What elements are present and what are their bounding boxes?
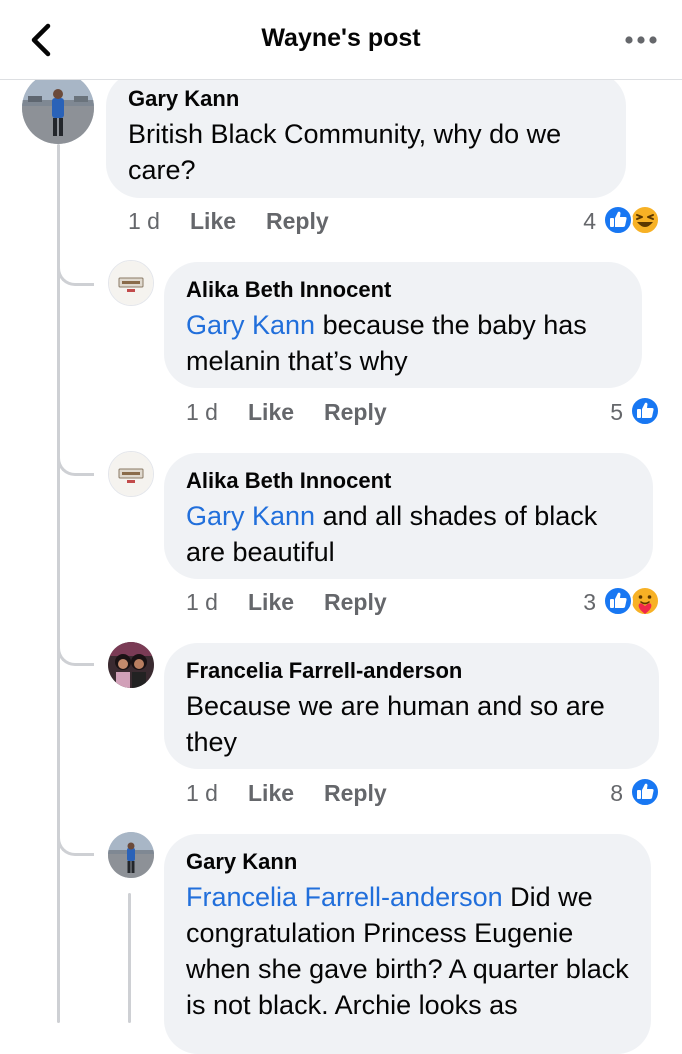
comment-time: 1 d [186, 399, 218, 425]
like-button[interactable]: Like [190, 208, 236, 235]
comment-author[interactable]: Gary Kann [128, 86, 239, 112]
like-reaction-icon[interactable] [630, 396, 660, 426]
page-title: Wayne's post [261, 24, 421, 52]
comment-text: Gary Kann because the baby has melanin t… [186, 307, 632, 379]
avatar[interactable] [108, 642, 154, 688]
comment-author[interactable]: Alika Beth Innocent [186, 277, 391, 303]
like-button[interactable]: Like [248, 589, 294, 616]
more-options-button[interactable] [624, 30, 660, 50]
avatar[interactable] [22, 72, 94, 144]
more-dots-icon [625, 36, 657, 44]
thread-connector [57, 250, 94, 286]
thread-connector [57, 440, 94, 476]
care-reaction-icon[interactable] [630, 586, 660, 616]
like-button[interactable]: Like [248, 780, 294, 807]
mention-link[interactable]: Francelia Farrell-anderson [186, 882, 503, 912]
like-reaction-icon[interactable] [630, 777, 660, 807]
comment-author[interactable]: Gary Kann [186, 849, 297, 875]
reply-button[interactable]: Reply [324, 399, 387, 426]
comment-text: British Black Community, why do we care? [128, 119, 562, 185]
like-reaction-icon[interactable] [603, 205, 633, 235]
like-button[interactable]: Like [248, 399, 294, 426]
comment-time: 1 d [186, 589, 218, 615]
mention-link[interactable]: Gary Kann [186, 310, 315, 340]
comment-time: 1 d [186, 780, 218, 806]
thread-connector [57, 820, 94, 856]
comment-author[interactable]: Alika Beth Innocent [186, 468, 391, 494]
comment-text: Because we are human and so are they [186, 691, 605, 757]
reaction-count[interactable]: 3 [566, 589, 596, 616]
reaction-count[interactable]: 8 [593, 780, 623, 807]
comment-author[interactable]: Francelia Farrell-anderson [186, 658, 462, 684]
top-bar: Wayne's post [0, 0, 682, 80]
comment-time: 1 d [128, 208, 160, 234]
avatar[interactable] [108, 832, 154, 878]
like-reaction-icon[interactable] [603, 586, 633, 616]
reply-button[interactable]: Reply [266, 208, 329, 235]
comment-text: Francelia Farrell-anderson Did we congra… [186, 879, 644, 1023]
reply-button[interactable]: Reply [324, 589, 387, 616]
reply-button[interactable]: Reply [324, 780, 387, 807]
avatar[interactable] [108, 260, 154, 306]
haha-reaction-icon[interactable] [630, 205, 660, 235]
reaction-count[interactable]: 5 [593, 399, 623, 426]
mention-link[interactable]: Gary Kann [186, 501, 315, 531]
comment-text: Gary Kann and all shades of black are be… [186, 498, 642, 570]
avatar[interactable] [108, 451, 154, 497]
thread-connector [57, 630, 94, 666]
reaction-count[interactable]: 4 [566, 208, 596, 235]
thread-line [128, 893, 131, 1023]
